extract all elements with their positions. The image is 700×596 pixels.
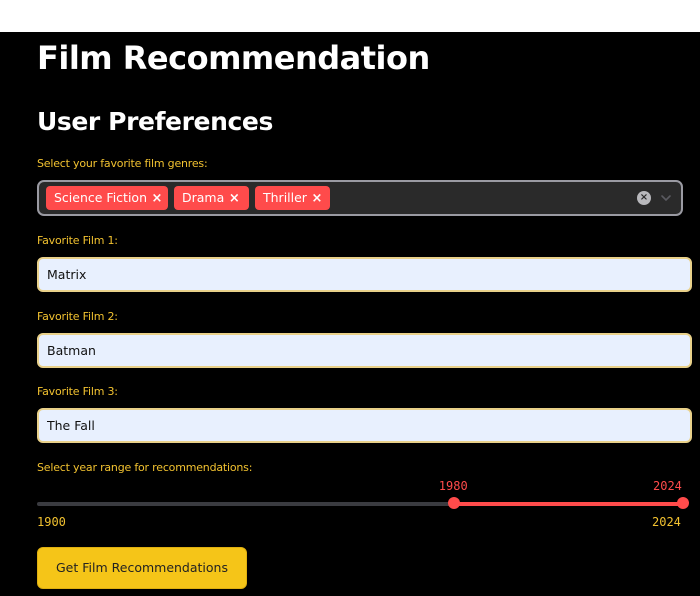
slider-max-label: 2024 bbox=[652, 515, 681, 529]
film-3-label: Favorite Film 3: bbox=[37, 385, 118, 398]
slider-low-value: 1980 bbox=[438, 479, 468, 493]
slider-high-value: 2024 bbox=[653, 479, 682, 493]
film-3-input[interactable] bbox=[37, 408, 692, 443]
remove-genre-icon[interactable]: × bbox=[224, 187, 244, 211]
remove-genre-icon[interactable]: × bbox=[147, 187, 167, 211]
genre-chip: Thriller × bbox=[255, 186, 330, 210]
genre-chip: Science Fiction × bbox=[46, 186, 168, 210]
film-2-label: Favorite Film 2: bbox=[37, 310, 118, 323]
chevron-down-icon[interactable] bbox=[659, 191, 673, 205]
genres-multiselect[interactable]: Science Fiction × Drama × Thriller × × bbox=[37, 180, 683, 216]
film-2-input[interactable] bbox=[37, 333, 692, 368]
year-slider-high-handle[interactable] bbox=[677, 497, 689, 509]
page-title: Film Recommendation bbox=[37, 39, 430, 77]
genre-chip-label: Thriller bbox=[263, 190, 307, 205]
year-range-label: Select year range for recommendations: bbox=[37, 461, 253, 474]
genre-chip-label: Science Fiction bbox=[54, 190, 147, 205]
app-main: Film Recommendation User Preferences Sel… bbox=[0, 32, 700, 596]
film-1-label: Favorite Film 1: bbox=[37, 234, 118, 247]
genre-chip-label: Drama bbox=[182, 190, 225, 205]
remove-genre-icon[interactable]: × bbox=[307, 187, 327, 211]
genre-chip: Drama × bbox=[174, 186, 249, 210]
film-1-input[interactable] bbox=[37, 257, 692, 292]
section-title: User Preferences bbox=[37, 107, 273, 136]
browser-header-strip bbox=[0, 0, 700, 32]
year-slider-range bbox=[453, 502, 683, 506]
get-recommendations-button[interactable]: Get Film Recommendations bbox=[37, 547, 247, 589]
genres-label: Select your favorite film genres: bbox=[37, 157, 208, 170]
year-slider-low-handle[interactable] bbox=[447, 497, 460, 509]
slider-min-label: 1900 bbox=[37, 515, 66, 529]
clear-all-icon[interactable]: × bbox=[637, 191, 651, 205]
